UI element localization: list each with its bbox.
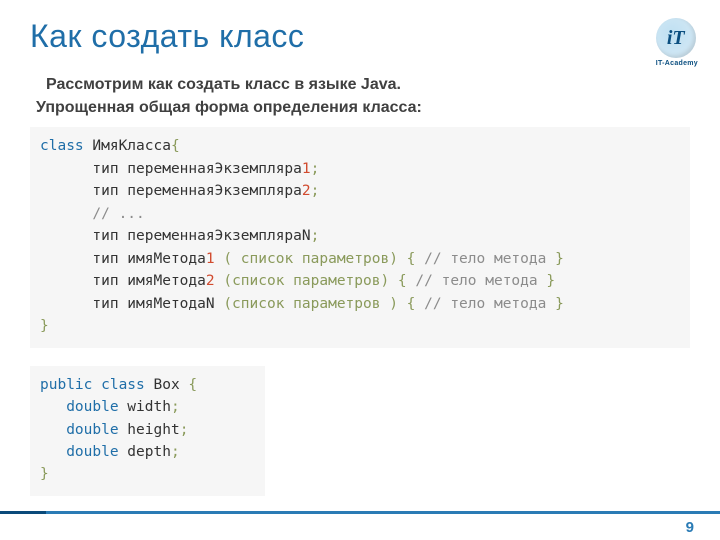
code-token: }	[40, 318, 49, 334]
code-token: ( список параметров) {	[215, 251, 425, 267]
code-token: }	[555, 251, 564, 267]
code-token: ;	[311, 161, 320, 177]
code-token: }	[40, 466, 49, 482]
code-token: width	[119, 399, 171, 415]
code-token: ;	[171, 444, 180, 460]
code-token: 1	[206, 251, 215, 267]
code-token: }	[555, 296, 564, 312]
code-token: тип имяМетодаN	[40, 296, 223, 312]
code-token: }	[546, 273, 555, 289]
code-token: тип переменнаяЭкземпляраN	[40, 228, 311, 244]
code-token: double	[40, 399, 119, 415]
code-token: 2	[302, 183, 311, 199]
code-token: // тело метода	[424, 296, 555, 312]
page-title: Как создать класс	[30, 18, 690, 55]
code-token: depth	[119, 444, 171, 460]
code-token: 1	[302, 161, 311, 177]
intro-text: Рассмотрим как создать класс в языке Jav…	[46, 73, 690, 119]
code-token: ;	[311, 183, 320, 199]
code-token: тип имяМетода	[40, 251, 206, 267]
code-token: (список параметров ) {	[223, 296, 424, 312]
code-token: // ...	[40, 206, 145, 222]
code-token: double	[40, 444, 119, 460]
logo-label: IT-Academy	[656, 60, 698, 67]
code-token: ;	[311, 228, 320, 244]
code-token: (список параметров) {	[215, 273, 416, 289]
code-token: тип переменнаяЭкземпляра	[40, 161, 302, 177]
code-token: Box	[145, 377, 189, 393]
code-token: тип имяМетода	[40, 273, 206, 289]
footer-divider	[0, 511, 720, 514]
code-token: // тело метода	[424, 251, 555, 267]
code-token: public class	[40, 377, 145, 393]
code-token: {	[188, 377, 197, 393]
intro-line-2: Упрощенная общая форма определения класс…	[36, 96, 690, 119]
code-block-syntax: class ИмяКласса{ тип переменнаяЭкземпляр…	[30, 127, 690, 347]
slide: Как создать класс iT IT-Academy Рассмотр…	[0, 0, 720, 540]
page-number: 9	[686, 514, 694, 540]
logo-icon: iT	[656, 18, 696, 58]
code-token: ИмяКласса	[84, 138, 171, 154]
code-token: double	[40, 422, 119, 438]
code-token: {	[171, 138, 180, 154]
code-token: ;	[171, 399, 180, 415]
code-token: height	[119, 422, 180, 438]
logo-mark-text: iT	[667, 27, 685, 50]
code-token: тип переменнаяЭкземпляра	[40, 183, 302, 199]
footer-divider-accent	[0, 511, 46, 514]
code-token: 2	[206, 273, 215, 289]
intro-line-1: Рассмотрим как создать класс в языке Jav…	[46, 73, 690, 96]
code-token: ;	[180, 422, 189, 438]
code-block-example: public class Box { double width; double …	[30, 366, 265, 496]
brand-logo: iT IT-Academy	[656, 18, 698, 67]
code-token: class	[40, 138, 84, 154]
code-token: // тело метода	[415, 273, 546, 289]
